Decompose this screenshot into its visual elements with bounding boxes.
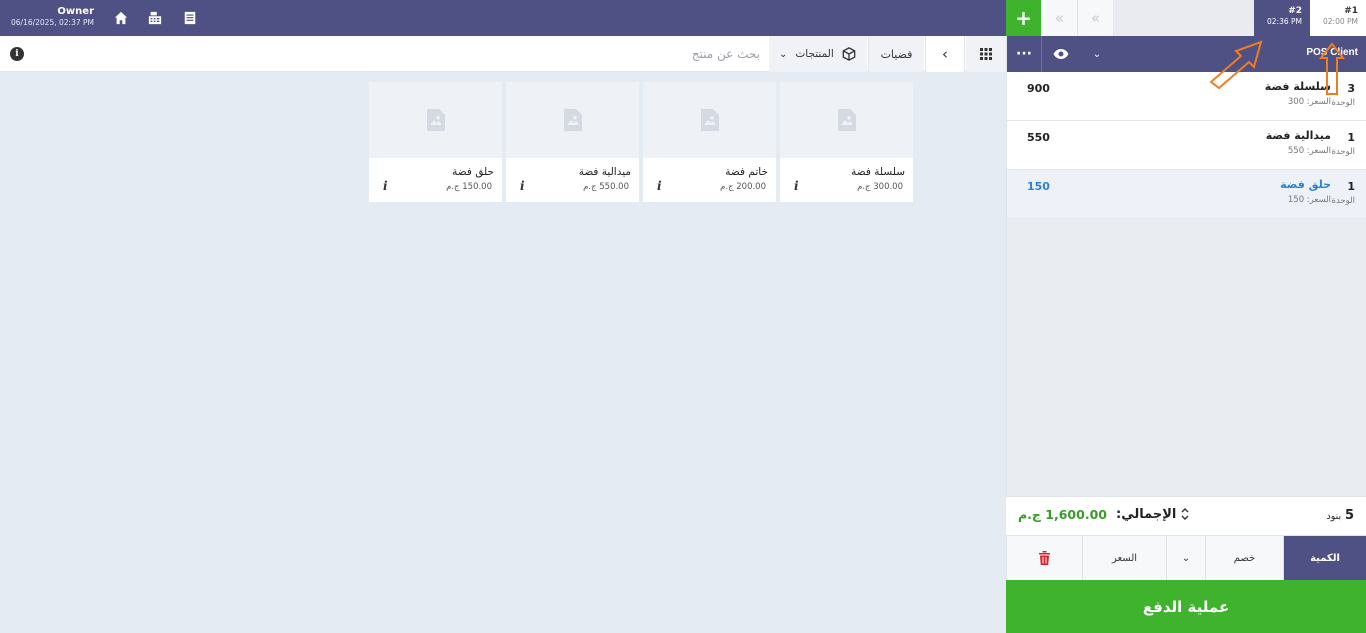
product-card[interactable]: ميدالية فضة 550.00 ج.م i	[506, 82, 639, 202]
order-tab-2[interactable]: #2 02:36 PM	[1254, 0, 1310, 36]
line-product-name: سلسلة فضة	[1264, 80, 1331, 93]
order-line[interactable]: 1 الوحدة ميدالية فضة السعر: 550 550	[1007, 121, 1366, 170]
placeholder-image-icon	[643, 82, 776, 158]
user-info: Owner 06/16/2025, 02:37 PM	[8, 6, 94, 28]
line-product-name: حلق فضة	[1280, 178, 1331, 191]
chevron-down-icon[interactable]: ⌄	[1166, 536, 1205, 580]
line-unit-price: السعر: 300	[1287, 97, 1331, 107]
product-card[interactable]: خاتم فضة 200.00 ج.م i	[643, 82, 776, 202]
eye-icon[interactable]	[1043, 36, 1079, 72]
line-quantity: 1	[1347, 131, 1355, 144]
line-unit: الوحدة	[1331, 147, 1355, 157]
order-number: #2	[1288, 6, 1302, 16]
order-lines-panel: 3 الوحدة سلسلة فضة السعر: 300 900 1 الوح…	[1006, 72, 1366, 496]
product-name: حلق فضة	[452, 166, 494, 178]
product-price: 200.00 ج.م	[720, 182, 766, 192]
user-name: Owner	[57, 6, 94, 17]
line-unit: الوحدة	[1331, 98, 1355, 108]
line-total: 900	[1027, 82, 1050, 95]
grid-menu-icon[interactable]	[966, 36, 1006, 72]
line-total: 550	[1027, 131, 1050, 144]
product-card[interactable]: حلق فضة 150.00 ج.م i	[369, 82, 502, 202]
total-value: 1,600.00 ج.م	[1018, 507, 1107, 522]
product-card[interactable]: سلسلة فضة 300.00 ج.م i	[780, 82, 913, 202]
price-mode-button[interactable]: السعر	[1082, 536, 1166, 580]
order-line-selected[interactable]: 1 الوحدة حلق فضة السعر: 150 150	[1007, 170, 1366, 219]
info-icon[interactable]: i	[10, 47, 24, 61]
products-category-dropdown[interactable]: ⌄ المنتجات	[769, 36, 867, 72]
placeholder-image-icon	[369, 82, 502, 158]
client-bar: ··· ⌄ POS Client	[1006, 36, 1366, 72]
items-count-word: بنود	[1326, 511, 1342, 522]
product-info-icon[interactable]: i	[794, 179, 799, 193]
order-number: #1	[1344, 6, 1358, 16]
top-bar: Owner 06/16/2025, 02:37 PM	[0, 0, 1006, 36]
order-time: 02:00 PM	[1323, 17, 1358, 26]
cube-icon	[842, 47, 856, 61]
items-count-number: 5	[1344, 508, 1354, 523]
more-options-button[interactable]: ···	[1007, 36, 1042, 72]
products-toolbar: i ⌄ المنتجات فضيات ‹	[0, 36, 1006, 72]
quantity-mode-button[interactable]: الكمية	[1283, 536, 1366, 580]
totals-bar: 5 بنود الإجمالي: 1,600.00 ج.م	[1006, 496, 1366, 536]
current-datetime: 06/16/2025, 02:37 PM	[11, 18, 94, 27]
line-total: 150	[1027, 180, 1050, 193]
order-tab-1[interactable]: #1 02:00 PM	[1310, 0, 1366, 36]
product-name: سلسلة فضة	[851, 166, 905, 178]
product-price: 300.00 ج.م	[857, 182, 903, 192]
placeholder-image-icon	[780, 82, 913, 158]
discount-mode-button[interactable]: خصم	[1205, 536, 1283, 580]
trash-icon[interactable]	[1006, 536, 1082, 580]
line-quantity: 3	[1347, 82, 1355, 95]
cash-register-icon[interactable]	[146, 9, 164, 27]
next-orders-button[interactable]: «	[1078, 0, 1114, 36]
add-order-button[interactable]: +	[1006, 0, 1041, 36]
breadcrumb-silver[interactable]: فضيات	[868, 36, 924, 72]
receipt-icon[interactable]	[181, 9, 199, 27]
product-price: 150.00 ج.م	[446, 182, 492, 192]
product-info-icon[interactable]: i	[657, 179, 662, 193]
numpad-mode-bar: الكمية خصم ⌄ السعر	[1006, 536, 1366, 580]
prev-orders-button[interactable]: «	[1042, 0, 1078, 36]
product-price: 550.00 ج.م	[583, 182, 629, 192]
payment-button[interactable]: عملية الدفع	[1006, 580, 1366, 633]
line-unit: الوحدة	[1331, 196, 1355, 206]
category-dropdown-label: المنتجات	[795, 48, 834, 60]
chevron-down-icon[interactable]: ⌄	[1087, 36, 1107, 72]
back-button[interactable]: ‹	[925, 36, 965, 72]
product-info-icon[interactable]: i	[383, 179, 388, 193]
items-count: 5 بنود	[1326, 508, 1354, 523]
product-name: خاتم فضة	[725, 166, 768, 178]
client-name[interactable]: POS Client	[1306, 47, 1358, 58]
line-product-name: ميدالية فضة	[1265, 129, 1331, 142]
total-label: الإجمالي:	[1116, 507, 1177, 522]
line-unit-price: السعر: 550	[1287, 146, 1331, 156]
order-time: 02:36 PM	[1267, 17, 1302, 26]
product-info-icon[interactable]: i	[520, 179, 525, 193]
chevron-down-icon: ⌄	[779, 48, 788, 60]
line-quantity: 1	[1347, 180, 1355, 193]
product-name: ميدالية فضة	[578, 166, 631, 178]
order-line[interactable]: 3 الوحدة سلسلة فضة السعر: 300 900	[1007, 72, 1366, 121]
order-tabs-bar: + « « #2 02:36 PM #1 02:00 PM	[1006, 0, 1366, 36]
line-unit-price: السعر: 150	[1287, 195, 1331, 205]
sort-toggle-icon[interactable]	[1181, 507, 1189, 524]
home-icon[interactable]	[112, 9, 130, 27]
placeholder-image-icon	[506, 82, 639, 158]
product-search-input[interactable]	[560, 44, 760, 64]
